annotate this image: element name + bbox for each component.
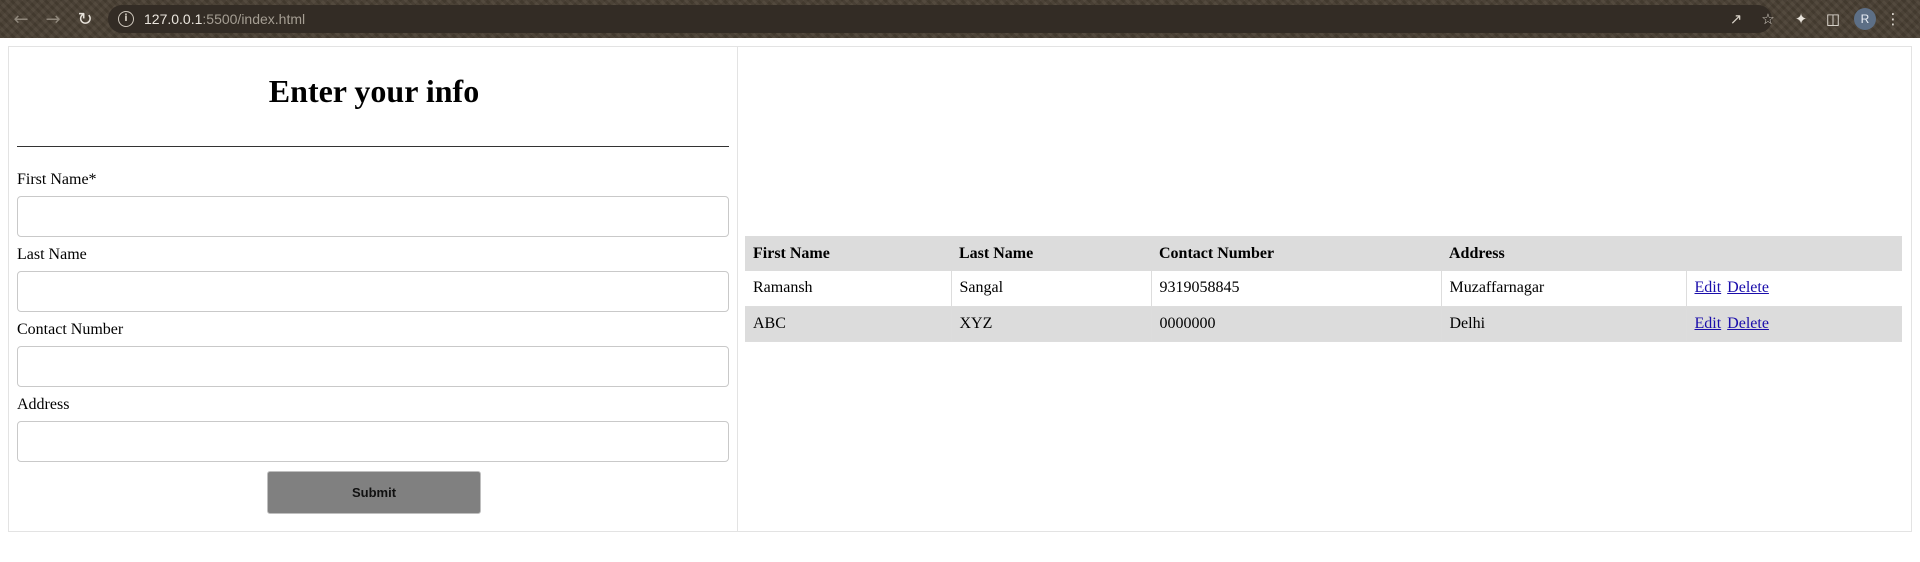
table-row: Ramansh Sangal 9319058845 Muzaffarnagar … bbox=[745, 271, 1902, 306]
table-row: ABC XYZ 0000000 Delhi Edit Delete bbox=[745, 306, 1902, 341]
cell-address: Delhi bbox=[1440, 306, 1686, 341]
contact-number-label: Contact Number bbox=[17, 321, 124, 338]
star-icon[interactable]: ☆ bbox=[1758, 9, 1778, 29]
header-actions bbox=[1686, 236, 1902, 271]
contact-number-input[interactable] bbox=[17, 346, 729, 387]
forward-icon[interactable]: → bbox=[40, 7, 66, 31]
records-table: First Name Last Name Contact Number Addr… bbox=[745, 236, 1902, 342]
form-divider bbox=[17, 146, 729, 147]
address-input[interactable] bbox=[17, 421, 729, 462]
delete-link[interactable]: Delete bbox=[1727, 315, 1769, 332]
header-first-name: First Name bbox=[745, 236, 951, 271]
cell-first-name: ABC bbox=[745, 306, 951, 341]
url-host: 127.0.0.1 bbox=[144, 11, 203, 27]
cell-last-name: XYZ bbox=[950, 306, 1151, 341]
page-content: Enter your info First Name* Last Name Co… bbox=[0, 38, 1920, 562]
header-contact-number: Contact Number bbox=[1151, 236, 1441, 271]
cell-contact-number: 0000000 bbox=[1150, 306, 1441, 341]
records-panel: First Name Last Name Contact Number Addr… bbox=[737, 46, 1912, 532]
header-address: Address bbox=[1441, 236, 1686, 271]
back-icon[interactable]: ← bbox=[8, 7, 34, 31]
share-icon[interactable]: ↗ bbox=[1726, 9, 1746, 29]
address-bar[interactable]: i 127.0.0.1:5500/index.html ↗ ☆ bbox=[108, 5, 1775, 33]
puzzle-icon[interactable]: ✦ bbox=[1790, 8, 1812, 30]
last-name-label: Last Name bbox=[17, 246, 87, 263]
first-name-input[interactable] bbox=[17, 196, 729, 237]
cell-actions: Edit Delete bbox=[1685, 271, 1902, 306]
edit-link[interactable]: Edit bbox=[1695, 279, 1722, 296]
first-name-label: First Name* bbox=[17, 171, 97, 188]
last-name-input[interactable] bbox=[17, 271, 729, 312]
address-label: Address bbox=[17, 396, 70, 413]
table-header-row: First Name Last Name Contact Number Addr… bbox=[745, 236, 1902, 271]
info-form: Enter your info First Name* Last Name Co… bbox=[8, 46, 738, 532]
browser-toolbar: ← → ↻ i 127.0.0.1:5500/index.html ↗ ☆ ✦ … bbox=[0, 0, 1920, 38]
reload-icon[interactable]: ↻ bbox=[72, 7, 98, 31]
cell-actions: Edit Delete bbox=[1685, 306, 1902, 341]
cell-contact-number: 9319058845 bbox=[1150, 271, 1441, 306]
delete-link[interactable]: Delete bbox=[1727, 279, 1769, 296]
cell-address: Muzaffarnagar bbox=[1440, 271, 1686, 306]
form-title: Enter your info bbox=[268, 73, 480, 109]
edit-link[interactable]: Edit bbox=[1695, 315, 1722, 332]
header-last-name: Last Name bbox=[951, 236, 1151, 271]
cell-last-name: Sangal bbox=[950, 271, 1151, 306]
info-icon[interactable]: i bbox=[118, 11, 134, 27]
side-panel-icon[interactable]: ◫ bbox=[1822, 8, 1844, 30]
profile-avatar[interactable]: R bbox=[1854, 8, 1876, 30]
url-path: :5500/index.html bbox=[202, 11, 306, 27]
kebab-menu-icon[interactable]: ⋮ bbox=[1886, 8, 1901, 30]
submit-button[interactable]: Submit bbox=[267, 471, 481, 514]
cell-first-name: Ramansh bbox=[745, 271, 951, 306]
